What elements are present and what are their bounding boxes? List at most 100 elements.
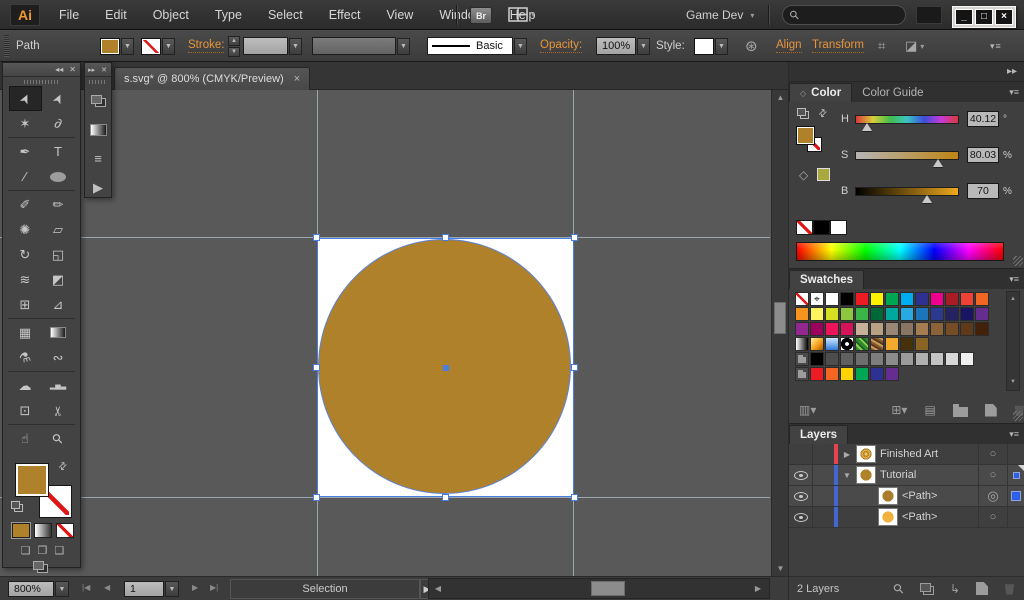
tool-zoom[interactable]: ⚲ <box>42 426 75 451</box>
stroke-panel-icon[interactable]: ≡ <box>85 144 111 173</box>
swap-fill-stroke-icon[interactable]: ⇄ <box>56 460 70 474</box>
swatch[interactable] <box>885 292 899 306</box>
swatch[interactable] <box>930 322 944 336</box>
tool-direct-selection[interactable]: ➤ <box>42 86 75 111</box>
layer-thumbnail[interactable] <box>878 487 898 505</box>
swatch[interactable] <box>945 292 959 306</box>
swatch[interactable] <box>900 337 914 351</box>
layer-row[interactable]: ▼Tutorial○ <box>789 465 1024 486</box>
align-link[interactable]: Align <box>776 39 802 53</box>
close-button[interactable]: × <box>995 9 1013 25</box>
tool-paintbrush[interactable]: ✐ <box>9 192 42 217</box>
swatch[interactable] <box>840 307 854 321</box>
swatch[interactable] <box>960 307 974 321</box>
maximize-button[interactable]: □ <box>975 9 993 25</box>
swatch[interactable] <box>915 322 929 336</box>
swatch[interactable] <box>885 307 899 321</box>
brightness-slider-handle[interactable] <box>922 195 932 203</box>
minimize-button[interactable]: _ <box>955 9 973 25</box>
swatch[interactable] <box>870 352 884 366</box>
panel-menu-icon[interactable]: ▾≡ <box>1009 429 1019 440</box>
tool-pencil[interactable]: ✏ <box>42 192 75 217</box>
swatch[interactable] <box>900 292 914 306</box>
swatch[interactable] <box>915 307 929 321</box>
first-artboard-button[interactable]: |◀ <box>82 583 90 592</box>
show-swatch-kinds-icon[interactable]: ⊞▾ <box>891 403 907 417</box>
tool-scale[interactable]: ◱ <box>42 242 75 267</box>
swatch-none[interactable] <box>795 292 809 306</box>
tool-symbol-sprayer[interactable]: ☁ <box>9 373 42 398</box>
last-artboard-button[interactable]: ▶| <box>210 583 218 592</box>
tool-hand[interactable]: ☝ <box>9 426 42 451</box>
target-icon[interactable]: ○ <box>978 507 1008 527</box>
locate-object-icon[interactable]: ⚲ <box>890 579 908 597</box>
swatch[interactable] <box>810 307 824 321</box>
tool-selection[interactable]: ➤ <box>9 86 42 111</box>
layer-thumbnail[interactable] <box>878 508 898 526</box>
drag-grip[interactable] <box>4 35 9 57</box>
swatch[interactable] <box>975 307 989 321</box>
artboard-number-field[interactable]: 1 <box>124 581 164 597</box>
stroke-link[interactable]: Stroke: <box>188 39 224 53</box>
swatch-registration[interactable]: ⌖ <box>810 292 824 306</box>
saturation-value[interactable]: 80.03 <box>967 147 999 163</box>
zoom-dropdown-arrow[interactable]: ▼ <box>55 581 69 597</box>
vertical-scrollbar[interactable]: ▲ ▼ <box>771 90 788 576</box>
saturation-slider[interactable] <box>855 151 959 160</box>
draw-inside-icon[interactable]: ❑ <box>54 544 64 557</box>
brush-definition-arrow[interactable]: ▼ <box>514 38 527 55</box>
recolor-artwork-icon[interactable]: ⊛ <box>745 37 758 55</box>
out-of-gamut-cube-icon[interactable]: ◇ <box>799 168 808 182</box>
swatch[interactable] <box>945 307 959 321</box>
tool-gradient[interactable] <box>42 320 75 345</box>
layer-name[interactable]: <Path> <box>902 511 937 523</box>
close-panel-icon[interactable]: ✕ <box>69 65 76 74</box>
tool-ellipse[interactable] <box>42 164 75 189</box>
visibility-toggle[interactable] <box>789 486 813 506</box>
selection-handle-nw[interactable] <box>313 234 320 241</box>
layer-name[interactable]: Finished Art <box>880 448 938 460</box>
layer-thumbnail[interactable] <box>856 466 876 484</box>
menu-type[interactable]: Type <box>202 8 255 22</box>
visibility-toggle[interactable] <box>789 507 813 527</box>
swatch[interactable] <box>870 307 884 321</box>
new-layer-icon[interactable] <box>976 582 988 595</box>
swatch[interactable] <box>855 292 869 306</box>
expand-triangle-icon[interactable]: ▶ <box>842 450 852 459</box>
lock-toggle[interactable] <box>813 444 834 464</box>
menu-view[interactable]: View <box>373 8 426 22</box>
target-icon[interactable]: ○ <box>978 465 1008 485</box>
swatches-scrollbar[interactable]: ▲ ▼ <box>1006 291 1020 391</box>
stroke-weight-arrow[interactable]: ▼ <box>289 38 302 55</box>
opacity-arrow[interactable]: ▼ <box>637 38 650 55</box>
tool-width[interactable]: ≋ <box>9 267 42 292</box>
expand-triangle-icon[interactable]: ▼ <box>842 471 852 480</box>
swatch[interactable] <box>885 337 899 351</box>
next-artboard-button[interactable]: ▶ <box>192 583 198 592</box>
opacity-link[interactable]: Opacity: <box>540 39 582 53</box>
brush-definition-dropdown[interactable]: Basic <box>427 37 513 55</box>
swatch[interactable] <box>870 292 884 306</box>
scroll-up-icon[interactable]: ▲ <box>1007 292 1019 307</box>
tool-perspective-grid[interactable]: ⊿ <box>42 292 75 317</box>
tool-pen[interactable]: ✒ <box>9 139 42 164</box>
swatch[interactable] <box>900 352 914 366</box>
layer-thumbnail[interactable] <box>856 445 876 463</box>
tool-artboard[interactable]: ⊡ <box>9 398 42 423</box>
swatch[interactable] <box>840 322 854 336</box>
lock-toggle[interactable] <box>813 486 834 506</box>
hue-value[interactable]: 40.12 <box>967 111 999 127</box>
swatch[interactable] <box>870 322 884 336</box>
visibility-toggle[interactable] <box>789 444 813 464</box>
search-input[interactable]: ⚲ <box>782 5 906 25</box>
swatch-options-icon[interactable]: ▤ <box>924 403 935 417</box>
tool-line-segment[interactable]: ∕ <box>9 164 42 189</box>
selection-indicator[interactable] <box>1008 486 1024 506</box>
swatch[interactable] <box>795 322 809 336</box>
tab-swatches[interactable]: Swatches <box>789 270 864 289</box>
swatch[interactable] <box>975 322 989 336</box>
panel-menu-icon[interactable]: ▾≡ <box>990 41 1002 52</box>
symbols-panel-icon[interactable] <box>85 86 111 115</box>
menu-select[interactable]: Select <box>255 8 316 22</box>
style-arrow[interactable]: ▼ <box>715 38 728 55</box>
